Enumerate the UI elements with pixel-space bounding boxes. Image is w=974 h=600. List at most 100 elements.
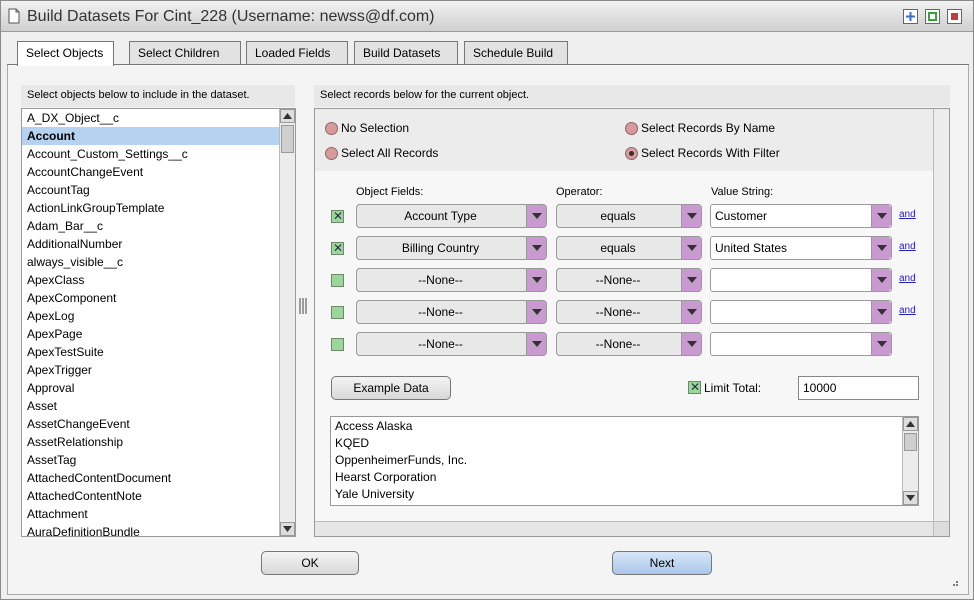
- result-item[interactable]: Access Alaska: [331, 418, 918, 435]
- list-item[interactable]: always_visible__c: [22, 253, 295, 271]
- objects-list[interactable]: A_DX_Object__c Account Account_Custom_Sett…: [21, 108, 296, 537]
- chevron-down-icon[interactable]: [871, 237, 891, 259]
- result-item[interactable]: KQED: [331, 435, 918, 452]
- select-with-filter-radio[interactable]: Select Records With Filter: [625, 146, 780, 160]
- objects-header: Select objects below to include in the d…: [21, 85, 295, 107]
- list-item[interactable]: AccountChangeEvent: [22, 163, 295, 181]
- list-item[interactable]: Account: [22, 127, 295, 145]
- chevron-down-icon: [681, 269, 701, 291]
- close-icon[interactable]: [947, 9, 962, 24]
- operator-select[interactable]: --None--: [556, 300, 702, 324]
- limit-total-input[interactable]: 10000: [798, 376, 919, 400]
- list-item[interactable]: A_DX_Object__c: [22, 109, 295, 127]
- objects-scrollbar[interactable]: [279, 109, 295, 536]
- list-item[interactable]: ApexComponent: [22, 289, 295, 307]
- title-bar[interactable]: Build Datasets For Cint_228 (Username: n…: [1, 1, 973, 32]
- tab-schedule-build[interactable]: Schedule Build: [464, 41, 568, 65]
- and-link[interactable]: and: [899, 305, 916, 316]
- tab-build-datasets[interactable]: Build Datasets: [354, 41, 458, 65]
- object-field-select[interactable]: --None--: [356, 300, 547, 324]
- chevron-down-icon[interactable]: [871, 301, 891, 323]
- chevron-down-icon: [526, 205, 546, 227]
- restore-icon[interactable]: [925, 9, 940, 24]
- select-all-records-radio[interactable]: Select All Records: [325, 146, 438, 160]
- chevron-down-icon: [526, 333, 546, 355]
- window-title: Build Datasets For Cint_228 (Username: n…: [27, 8, 435, 25]
- list-item[interactable]: ApexTrigger: [22, 361, 295, 379]
- operator-select[interactable]: --None--: [556, 332, 702, 356]
- example-data-button[interactable]: Example Data: [331, 376, 451, 400]
- add-icon[interactable]: [903, 9, 918, 24]
- result-item[interactable]: OppenheimerFunds, Inc.: [331, 452, 918, 469]
- no-selection-radio[interactable]: No Selection: [325, 121, 409, 135]
- list-item[interactable]: Asset: [22, 397, 295, 415]
- chevron-down-icon: [681, 301, 701, 323]
- results-scroll-thumb[interactable]: [904, 433, 917, 451]
- results-scroll-down-icon[interactable]: [903, 491, 918, 505]
- list-item[interactable]: AttachedContentNote: [22, 487, 295, 505]
- results-scrollbar[interactable]: [902, 417, 918, 505]
- and-link[interactable]: and: [899, 209, 916, 220]
- operator-header: Operator:: [556, 186, 603, 198]
- operator-select[interactable]: --None--: [556, 268, 702, 292]
- value-string-input[interactable]: Customer: [710, 204, 892, 228]
- records-panel: No Selection Select All Records Select R…: [314, 108, 950, 537]
- value-string-input[interactable]: [710, 268, 892, 292]
- value-string-input[interactable]: [710, 332, 892, 356]
- limit-total-checkbox[interactable]: [688, 380, 701, 394]
- chevron-down-icon[interactable]: [871, 205, 891, 227]
- chevron-down-icon[interactable]: [871, 333, 891, 355]
- filter-row-checkbox[interactable]: [331, 274, 344, 287]
- next-button[interactable]: Next: [612, 551, 712, 575]
- splitter-handle-icon[interactable]: [298, 297, 308, 315]
- result-item[interactable]: Yale University: [331, 486, 918, 503]
- chevron-down-icon[interactable]: [871, 269, 891, 291]
- list-item[interactable]: AccountTag: [22, 181, 295, 199]
- list-item[interactable]: AttachedContentDocument: [22, 469, 295, 487]
- ok-button[interactable]: OK: [261, 551, 359, 575]
- and-link[interactable]: and: [899, 273, 916, 284]
- filter-row-checkbox[interactable]: [331, 241, 344, 255]
- tab-select-objects[interactable]: Select Objects: [17, 41, 114, 66]
- value-string-input[interactable]: United States: [710, 236, 892, 260]
- operator-select[interactable]: equals: [556, 204, 702, 228]
- result-item[interactable]: Hearst Corporation: [331, 469, 918, 486]
- records-panel-hscrollbar[interactable]: [315, 521, 933, 536]
- scroll-down-icon[interactable]: [280, 522, 295, 536]
- list-item[interactable]: Attachment: [22, 505, 295, 523]
- object-field-select[interactable]: Account Type: [356, 204, 547, 228]
- list-item[interactable]: AdditionalNumber: [22, 235, 295, 253]
- filter-row-checkbox[interactable]: [331, 306, 344, 319]
- tab-loaded-fields[interactable]: Loaded Fields: [246, 41, 348, 65]
- scroll-thumb[interactable]: [281, 125, 294, 153]
- results-scroll-up-icon[interactable]: [903, 417, 918, 431]
- resize-grip-icon[interactable]: [949, 577, 959, 587]
- list-item[interactable]: Approval: [22, 379, 295, 397]
- list-item[interactable]: AssetTag: [22, 451, 295, 469]
- select-by-name-radio[interactable]: Select Records By Name: [625, 121, 775, 135]
- filter-row-checkbox[interactable]: [331, 338, 344, 351]
- list-item[interactable]: Account_Custom_Settings__c: [22, 145, 295, 163]
- list-item[interactable]: ApexClass: [22, 271, 295, 289]
- list-item[interactable]: ApexPage: [22, 325, 295, 343]
- chevron-down-icon: [681, 205, 701, 227]
- scroll-up-icon[interactable]: [280, 109, 295, 123]
- limit-total-label: Limit Total:: [704, 381, 762, 395]
- object-field-select[interactable]: Billing Country: [356, 236, 547, 260]
- filter-row-checkbox[interactable]: [331, 209, 344, 223]
- list-item[interactable]: ActionLinkGroupTemplate: [22, 199, 295, 217]
- example-results-list[interactable]: Access Alaska KQED OppenheimerFunds, Inc. H…: [330, 416, 919, 506]
- records-panel-scrollbar[interactable]: [933, 109, 949, 522]
- object-field-select[interactable]: --None--: [356, 268, 547, 292]
- operator-select[interactable]: equals: [556, 236, 702, 260]
- list-item[interactable]: AuraDefinitionBundle: [22, 523, 295, 536]
- list-item[interactable]: Adam_Bar__c: [22, 217, 295, 235]
- list-item[interactable]: AssetChangeEvent: [22, 415, 295, 433]
- list-item[interactable]: ApexLog: [22, 307, 295, 325]
- object-field-select[interactable]: --None--: [356, 332, 547, 356]
- list-item[interactable]: ApexTestSuite: [22, 343, 295, 361]
- value-string-input[interactable]: [710, 300, 892, 324]
- tab-select-children[interactable]: Select Children: [129, 41, 241, 65]
- and-link[interactable]: and: [899, 241, 916, 252]
- list-item[interactable]: AssetRelationship: [22, 433, 295, 451]
